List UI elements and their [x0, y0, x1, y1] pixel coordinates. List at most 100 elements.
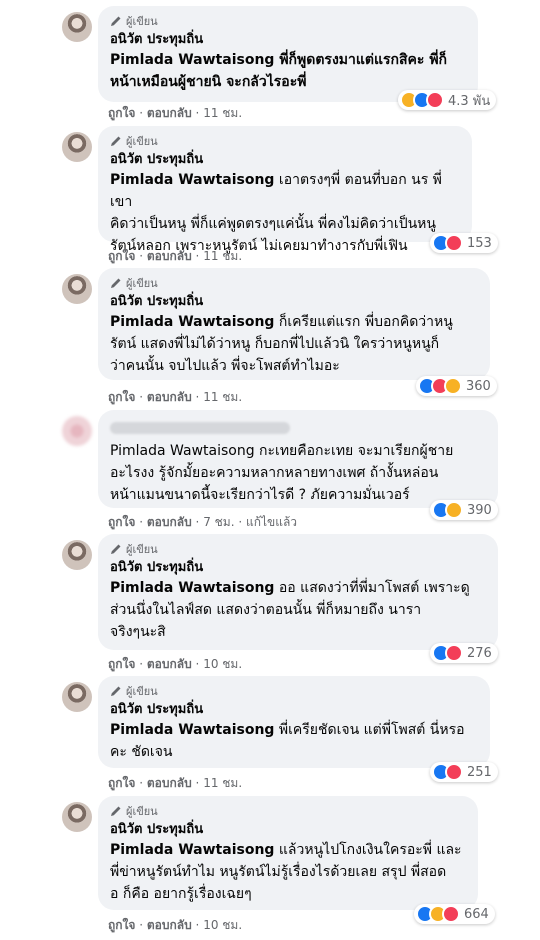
comment-actions: ถูกใจ · ตอบกลับ · 11 ชม.: [108, 390, 243, 404]
reaction-summary[interactable]: 153: [430, 233, 498, 253]
author-badge: ผู้เขียน: [110, 276, 478, 290]
badge-label: ผู้เขียน: [126, 685, 158, 698]
comment-text: Pimlada Wawtaisong พี่เครียชัดเจน แต่พี่…: [110, 719, 478, 763]
comment-line: ว่าคนนั้น จบไปแล้ว พี่จะโพสต์ทำไมอะ: [110, 358, 340, 374]
comment-bubble: ผู้เขียน อนิวัต ประทุมถิ่น Pimlada Wawta…: [98, 6, 478, 102]
avatar[interactable]: [62, 540, 92, 570]
comment-text: Pimlada Wawtaisong ก็เครียแต่แรก พี่บอกค…: [110, 311, 478, 377]
author-name[interactable]: อนิวัต ประทุมถิ่น: [110, 151, 460, 168]
comment-line: อะไรงง รู้จักมั้ยอะความหลากหลายทางเพศ ถ้…: [110, 465, 439, 481]
reply-button[interactable]: ตอบกลับ: [147, 776, 192, 790]
love-reaction-icon: [445, 234, 463, 252]
comment-line: พี่ข่าหนูรัตน์ทำไม หนูรัตน์ไม่รู้เรื่องไ…: [110, 864, 447, 880]
comment-actions: ถูกใจ · ตอบกลับ · 11 ชม.: [108, 106, 243, 120]
avatar[interactable]: [62, 12, 92, 42]
comment-actions: ถูกใจ · ตอบกลับ · 10 ชม.: [108, 918, 243, 932]
author-name[interactable]: อนิวัต ประทุมถิ่น: [110, 821, 466, 838]
avatar[interactable]: [62, 802, 92, 832]
timestamp[interactable]: 11 ชม.: [203, 776, 242, 790]
pencil-icon: [111, 16, 121, 26]
reply-button[interactable]: ตอบกลับ: [147, 249, 192, 263]
love-reaction-icon: [445, 644, 463, 662]
avatar[interactable]: [62, 416, 92, 446]
comment-actions: ถูกใจ · ตอบกลับ · 11 ชม.: [108, 249, 243, 263]
comment-line: Pimlada Wawtaisong เอาตรงๆพี่ ตอนที่บอก …: [110, 172, 442, 210]
timestamp[interactable]: 11 ชม.: [203, 390, 242, 404]
author-name[interactable]: อนิวัต ประทุมถิ่น: [110, 701, 478, 718]
comment-actions: ถูกใจ · ตอบกลับ · 7 ชม. · แก้ไขแล้ว: [108, 515, 298, 529]
comment-actions: ถูกใจ · ตอบกลับ · 10 ชม.: [108, 657, 243, 671]
author-name[interactable]: อนิวัต ประทุมถิ่น: [110, 293, 478, 310]
comment-text: Pimlada Wawtaisong กะเทยคือกะเทย จะมาเรี…: [110, 440, 486, 506]
timestamp[interactable]: 11 ชม.: [203, 106, 242, 120]
timestamp[interactable]: 11 ชม.: [203, 249, 242, 263]
love-reaction-icon: [445, 763, 463, 781]
like-button[interactable]: ถูกใจ: [108, 776, 135, 790]
badge-label: ผู้เขียน: [126, 15, 158, 28]
author-badge: ผู้เขียน: [110, 14, 466, 28]
love-reaction-icon: [426, 91, 444, 109]
reply-button[interactable]: ตอบกลับ: [147, 390, 192, 404]
comment-line: อ ก็คือ อยากรู้เรื่องเฉยๆ: [110, 886, 252, 902]
reaction-count: 276: [467, 645, 492, 661]
comment-line: คิดว่าเป็นหนู พี่ก็แค่พูดตรงๆแค่นั้น พี่…: [110, 216, 436, 232]
pencil-icon: [111, 136, 121, 146]
edited-label[interactable]: แก้ไขแล้ว: [246, 515, 297, 529]
like-button[interactable]: ถูกใจ: [108, 390, 135, 404]
like-button[interactable]: ถูกใจ: [108, 249, 135, 263]
comment-line: Pimlada Wawtaisong พี่ก็พูดตรงมาแต่แรกสิ…: [110, 52, 448, 68]
badge-label: ผู้เขียน: [126, 135, 158, 148]
comment-line: คะ ชัดเจน: [110, 744, 173, 760]
mention-tag[interactable]: Pimlada Wawtaisong: [110, 580, 274, 596]
author-badge: ผู้เขียน: [110, 542, 486, 556]
author-badge: ผู้เขียน: [110, 684, 478, 698]
comment-text: Pimlada Wawtaisong แล้วหนูไปโกงเงินใครอะ…: [110, 839, 466, 905]
reaction-summary[interactable]: 251: [430, 762, 498, 782]
like-button[interactable]: ถูกใจ: [108, 657, 135, 671]
pencil-icon: [111, 278, 121, 288]
reaction-summary[interactable]: 4.3 พัน: [398, 90, 497, 110]
avatar[interactable]: [62, 132, 92, 162]
mention-tag[interactable]: Pimlada Wawtaisong: [110, 842, 274, 858]
reaction-count: 664: [464, 906, 489, 922]
author-name[interactable]: อนิวัต ประทุมถิ่น: [110, 559, 486, 576]
pencil-icon: [111, 806, 121, 816]
comment-line: Pimlada Wawtaisong ก็เครียแต่แรก พี่บอกค…: [110, 314, 453, 330]
like-button[interactable]: ถูกใจ: [108, 106, 135, 120]
mention-tag[interactable]: Pimlada Wawtaisong: [110, 314, 274, 330]
badge-label: ผู้เขียน: [126, 805, 158, 818]
comment-line: Pimlada Wawtaisong ออ แสดงว่าที่พี่มาโพส…: [110, 580, 470, 596]
reply-button[interactable]: ตอบกลับ: [147, 657, 192, 671]
like-button[interactable]: ถูกใจ: [108, 918, 135, 932]
comment-bubble: ผู้เขียน อนิวัต ประทุมถิ่น Pimlada Wawta…: [98, 676, 490, 768]
mention-tag[interactable]: Pimlada Wawtaisong: [110, 172, 274, 188]
care-reaction-icon: [444, 377, 462, 395]
reaction-summary[interactable]: 276: [430, 643, 498, 663]
comment-line: Pimlada Wawtaisong กะเทยคือกะเทย จะมาเรี…: [110, 443, 454, 459]
avatar[interactable]: [62, 274, 92, 304]
reaction-summary[interactable]: 360: [416, 376, 497, 396]
comment-bubble: ผู้เขียน อนิวัต ประทุมถิ่น Pimlada Wawta…: [98, 796, 478, 910]
badge-label: ผู้เขียน: [126, 543, 158, 556]
mention-tag[interactable]: Pimlada Wawtaisong: [110, 722, 274, 738]
comment-bubble: Pimlada Wawtaisong กะเทยคือกะเทย จะมาเรี…: [98, 410, 498, 508]
reply-button[interactable]: ตอบกลับ: [147, 106, 192, 120]
author-name[interactable]: อนิวัต ประทุมถิ่น: [110, 31, 466, 48]
timestamp[interactable]: 7 ชม.: [203, 515, 234, 529]
badge-label: ผู้เขียน: [126, 277, 158, 290]
reaction-count: 360: [466, 378, 491, 394]
avatar[interactable]: [62, 682, 92, 712]
timestamp[interactable]: 10 ชม.: [203, 657, 242, 671]
like-button[interactable]: ถูกใจ: [108, 515, 135, 529]
comment-line: Pimlada Wawtaisong แล้วหนูไปโกงเงินใครอะ…: [110, 842, 462, 858]
reply-button[interactable]: ตอบกลับ: [147, 515, 192, 529]
reaction-count: 390: [467, 502, 492, 518]
reply-button[interactable]: ตอบกลับ: [147, 918, 192, 932]
comment-line: ส่วนนึ่งในไลฟ์สด แสดงว่าตอนนั้น พี่ก็หมา…: [110, 602, 422, 618]
reaction-summary[interactable]: 664: [414, 904, 495, 924]
pencil-icon: [111, 544, 121, 554]
timestamp[interactable]: 10 ชม.: [203, 918, 242, 932]
pencil-icon: [111, 686, 121, 696]
reaction-summary[interactable]: 390: [430, 500, 498, 520]
author-name-redacted: [110, 422, 290, 434]
